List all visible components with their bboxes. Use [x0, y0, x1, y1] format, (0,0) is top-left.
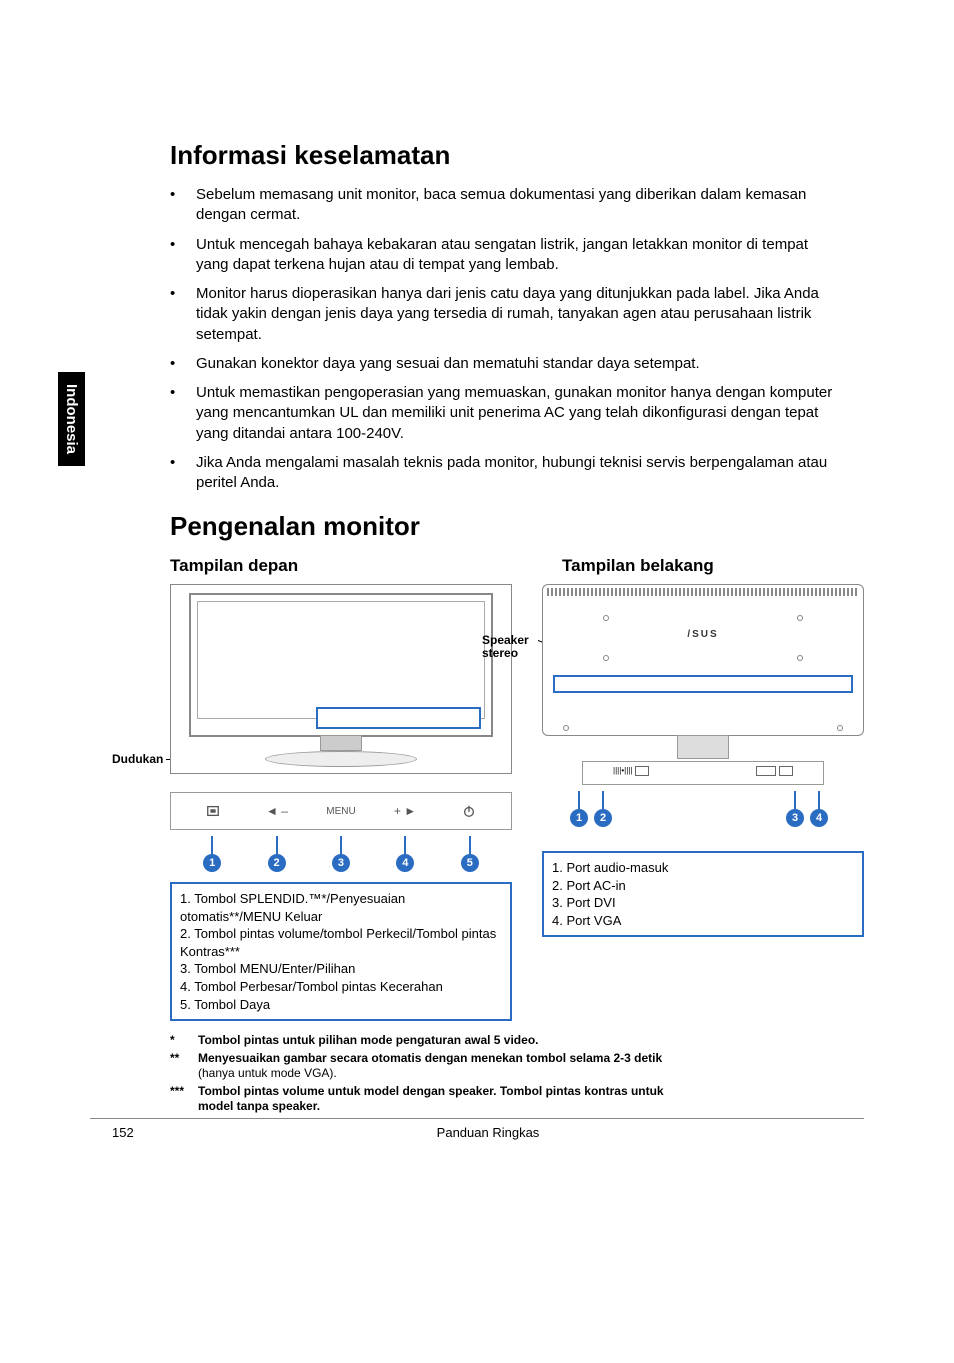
bullet-item: Untuk memastikan pengoperasian yang memu…: [170, 383, 844, 444]
footnote-text: Tombol pintas untuk pilihan mode pengatu…: [198, 1033, 538, 1047]
safety-heading: Informasi keselamatan: [90, 140, 864, 171]
legend-row: 4. Tombol Perbesar/Tombol pintas Kecerah…: [180, 978, 502, 996]
minus-left-icon: ◄ –: [257, 804, 297, 818]
safety-bullet-list: Sebelum memasang unit monitor, baca semu…: [90, 185, 864, 493]
callout-number: 2: [268, 854, 286, 872]
front-button-bar-highlight: [316, 707, 481, 729]
footer-title: Panduan Ringkas: [192, 1125, 784, 1140]
port-icon: [779, 766, 793, 776]
rear-view-column: Tampilan belakang Speaker stereo /SUS: [522, 556, 864, 1021]
intro-heading: Pengenalan monitor: [90, 511, 864, 542]
bullet-item: Jika Anda mengalami masalah teknis pada …: [170, 453, 844, 494]
stand-label: Dudukan: [112, 752, 163, 766]
footnote-text: Tombol pintas volume untuk model dengan …: [198, 1084, 664, 1114]
page-footer: 152 Panduan Ringkas: [90, 1118, 864, 1140]
rear-diagram: /SUS: [542, 584, 864, 736]
rear-legend: 1. Port audio-masuk 2. Port AC-in 3. Por…: [542, 851, 864, 937]
speaker-highlight: [553, 675, 853, 693]
callout-number: 4: [810, 809, 828, 827]
front-number-row: 1 2 3 4 5: [170, 836, 512, 872]
legend-row: 4. Port VGA: [552, 912, 854, 930]
front-controls-strip: ◄ – MENU + ►: [170, 792, 512, 830]
callout-number: 1: [570, 809, 588, 827]
legend-row: 5. Tombol Daya: [180, 996, 502, 1014]
callout-number: 5: [461, 854, 479, 872]
page-number: 152: [90, 1125, 192, 1140]
menu-label: MENU: [321, 806, 361, 817]
bullet-item: Untuk mencegah bahaya kebakaran atau sen…: [170, 235, 844, 276]
port-icon: [635, 766, 649, 776]
legend-row: 1. Port audio-masuk: [552, 859, 854, 877]
callout-number: 1: [203, 854, 221, 872]
footnote-mark: **: [170, 1051, 198, 1082]
legend-row: 3. Port DVI: [552, 894, 854, 912]
legend-row: 2. Port AC-in: [552, 877, 854, 895]
rear-ports-area: ||||•||||: [582, 761, 824, 785]
legend-row: 1. Tombol SPLENDID.™*/Penyesuaian otomat…: [180, 890, 502, 925]
rear-heading: Tampilan belakang: [522, 556, 864, 576]
port-icon: [756, 766, 776, 776]
footnote-mark: *: [170, 1033, 198, 1049]
footnote-mark: ***: [170, 1084, 198, 1115]
front-heading: Tampilan depan: [170, 556, 512, 576]
front-legend: 1. Tombol SPLENDID.™*/Penyesuaian otomat…: [170, 882, 512, 1021]
footnote-text-plain: (hanya untuk mode VGA).: [198, 1066, 337, 1080]
legend-row: 2. Tombol pintas volume/tombol Perkecil/…: [180, 925, 502, 960]
plus-right-icon: + ►: [385, 804, 425, 818]
language-tab: Indonesia: [58, 372, 85, 466]
footnote-text: Menyesuaikan gambar secara otomatis deng…: [198, 1051, 662, 1065]
callout-number: 4: [396, 854, 414, 872]
bullet-item: Gunakan konektor daya yang sesuai dan me…: [170, 354, 844, 374]
asus-logo: /SUS: [687, 629, 718, 640]
rear-number-row: 1 2 3 4: [542, 791, 864, 827]
splendid-icon: [193, 804, 233, 818]
footnotes: * Tombol pintas untuk pilihan mode penga…: [90, 1033, 670, 1115]
front-diagram: [170, 584, 512, 774]
legend-row: 3. Tombol MENU/Enter/Pilihan: [180, 960, 502, 978]
bullet-item: Monitor harus dioperasikan hanya dari je…: [170, 284, 844, 345]
front-view-column: Tampilan depan Dudukan ◄ –: [170, 556, 512, 1021]
callout-number: 3: [786, 809, 804, 827]
callout-number: 2: [594, 809, 612, 827]
bullet-item: Sebelum memasang unit monitor, baca semu…: [170, 185, 844, 226]
callout-number: 3: [332, 854, 350, 872]
speaker-label: Speaker stereo: [482, 634, 540, 660]
power-icon: [449, 804, 489, 818]
